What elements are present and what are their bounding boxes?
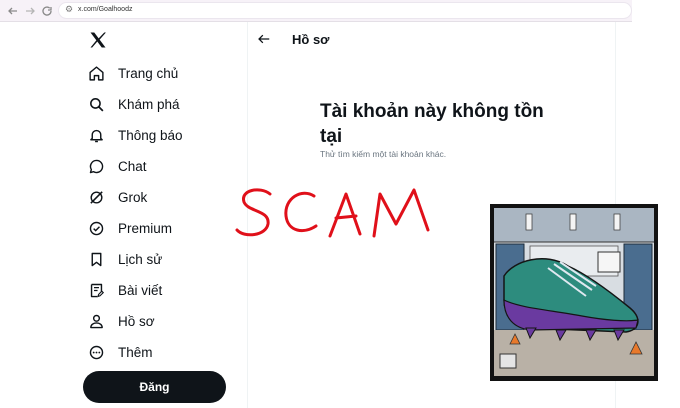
bell-icon [88, 127, 105, 144]
sidebar-item-notifications[interactable]: Thông báo [88, 122, 183, 148]
boot-illustration [490, 204, 658, 381]
page-title: Hồ sơ [292, 32, 330, 47]
more-icon [88, 344, 105, 361]
bookmark-icon [88, 251, 105, 268]
sidebar-item-home[interactable]: Trang chủ [88, 60, 178, 86]
site-info-icon[interactable]: ⚙ [65, 4, 73, 15]
sidebar-item-explore[interactable]: Khám phá [88, 91, 180, 117]
sidebar-item-label: Premium [118, 220, 173, 236]
sidebar-item-label: Bài viết [118, 282, 163, 298]
sidebar-item-articles[interactable]: Bài viết [88, 277, 162, 303]
sidebar-item-label: Thông báo [118, 127, 183, 143]
sidebar-item-more[interactable]: Thêm [88, 339, 153, 365]
sidebar-item-history[interactable]: Lịch sử [88, 246, 162, 272]
arrow-right-icon[interactable] [23, 4, 37, 18]
url-text: x.com/Goalhoodz [78, 6, 133, 13]
person-icon [88, 313, 105, 330]
empty-state-title: Tài khoản này không tồn tại [320, 101, 544, 147]
search-icon [88, 96, 105, 113]
reload-icon[interactable] [40, 4, 54, 18]
sidebar-item-premium[interactable]: Premium [88, 215, 172, 241]
sidebar: Trang chủ Khám phá Thông báo Chat Grok P… [0, 22, 248, 408]
sidebar-item-label: Thêm [118, 344, 153, 360]
sidebar-item-chat[interactable]: Chat [88, 153, 147, 179]
article-icon [88, 282, 105, 299]
scam-annotation [232, 180, 437, 250]
sidebar-item-label: Hồ sơ [118, 313, 155, 329]
x-logo[interactable] [88, 30, 110, 52]
address-bar[interactable]: ⚙ x.com/Goalhoodz [58, 2, 632, 19]
sidebar-item-label: Khám phá [118, 96, 180, 112]
empty-state-subtitle: Thử tìm kiếm một tài khoản khác. [320, 149, 447, 159]
sidebar-item-grok[interactable]: Grok [88, 184, 147, 210]
sidebar-item-label: Trang chủ [118, 65, 179, 81]
grok-icon [88, 189, 105, 206]
arrow-left-icon[interactable] [6, 4, 20, 18]
sidebar-item-label: Chat [118, 158, 147, 174]
sidebar-item-label: Lịch sử [118, 251, 163, 267]
sidebar-item-label: Grok [118, 189, 148, 205]
sidebar-item-profile[interactable]: Hồ sơ [88, 308, 155, 334]
back-arrow-icon[interactable] [257, 32, 271, 46]
chat-icon [88, 158, 105, 175]
home-icon [88, 65, 105, 82]
post-button[interactable]: Đăng [83, 371, 226, 403]
browser-toolbar: ⚙ x.com/Goalhoodz [0, 0, 632, 22]
verified-icon [88, 220, 105, 237]
